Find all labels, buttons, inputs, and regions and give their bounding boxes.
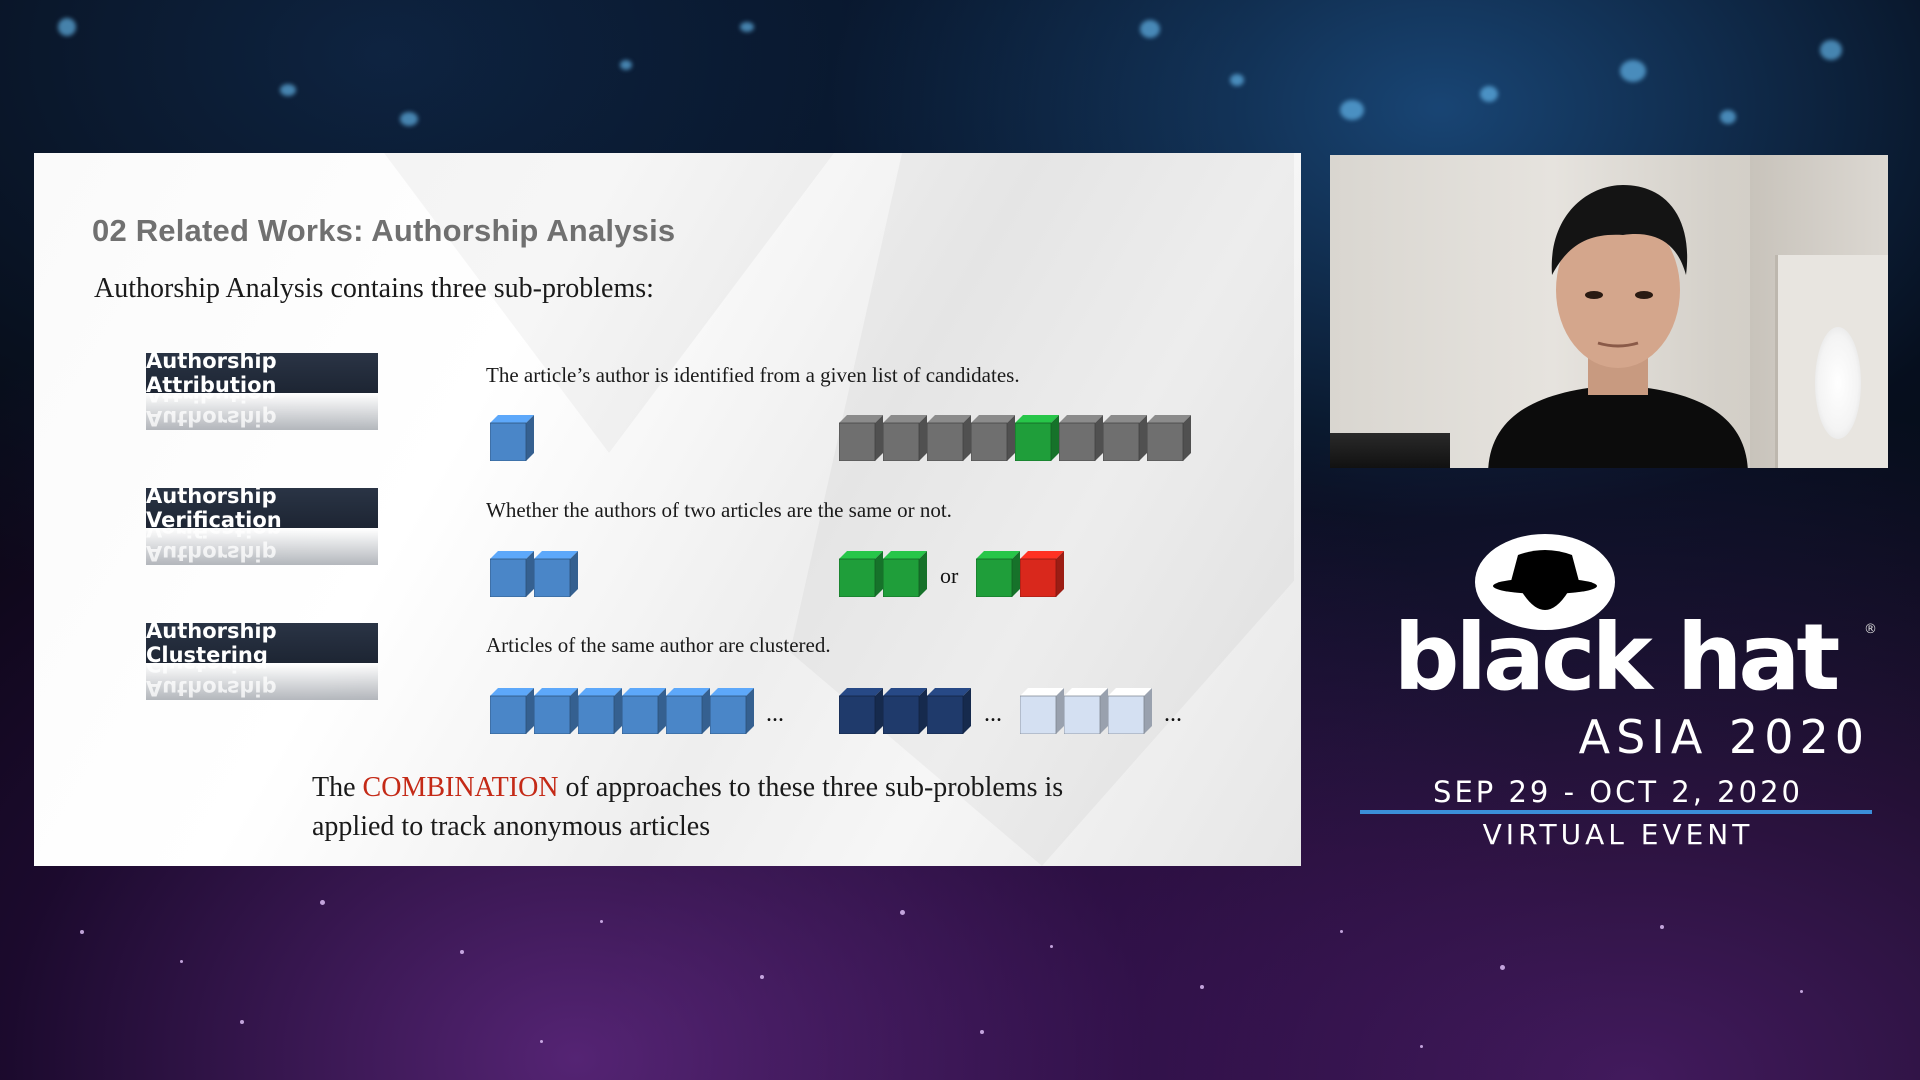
event-dates: SEP 29 - OCT 2, 2020	[1433, 775, 1803, 809]
ellipsis: ...	[1164, 701, 1182, 727]
cube-green-icon	[839, 551, 883, 597]
cube-gray-icon	[839, 415, 883, 461]
description-attribution: The article’s author is identified from …	[486, 363, 1020, 387]
presenter-webcam	[1330, 155, 1888, 468]
cube-green-icon	[1015, 415, 1059, 461]
cube-red-icon	[1020, 551, 1064, 597]
black-hat-branding: black hat ® ASIA 2020 SEP 29 - OCT 2, 20…	[1340, 530, 1880, 851]
cube-navy-icon	[839, 688, 883, 734]
cube-group-query	[490, 415, 534, 461]
cube-blue-icon	[578, 688, 622, 734]
cube-green-icon	[976, 551, 1020, 597]
cube-blue-icon	[490, 688, 534, 734]
cube-gray-icon	[971, 415, 1015, 461]
label-authorship-attribution: Authorship Attribution	[146, 349, 378, 397]
cube-blue-icon	[622, 688, 666, 734]
cube-light-blue-icon	[1064, 688, 1108, 734]
wall-light	[1815, 327, 1861, 439]
cube-gray-icon	[1147, 415, 1191, 461]
slide-title: 02 Related Works: Authorship Analysis	[92, 213, 676, 248]
cube-blue-icon	[490, 415, 534, 461]
label-reflection: Authorship Clustering	[146, 664, 378, 700]
cube-group-candidates	[839, 415, 1191, 461]
cube-gray-icon	[1059, 415, 1103, 461]
slide-subtitle: Authorship Analysis contains three sub-p…	[94, 273, 654, 304]
cube-cluster-navy	[839, 688, 971, 734]
event-name: ASIA 2020	[1578, 710, 1870, 764]
label-authorship-clustering: Authorship Clustering	[146, 619, 378, 667]
cube-blue-icon	[710, 688, 754, 734]
conclusion-text: The COMBINATION of approaches to these t…	[312, 768, 1072, 846]
label-reflection: Authorship Verification	[146, 529, 378, 565]
cube-group-same	[839, 551, 927, 597]
cube-gray-icon	[883, 415, 927, 461]
event-mode: VIRTUAL EVENT	[1482, 818, 1754, 851]
cube-blue-icon	[534, 688, 578, 734]
cube-cluster-blue	[490, 688, 754, 734]
conclusion-highlight: COMBINATION	[362, 772, 559, 803]
cube-blue-icon	[534, 551, 578, 597]
cube-gray-icon	[927, 415, 971, 461]
cube-navy-icon	[927, 688, 971, 734]
ellipsis: ...	[766, 701, 784, 727]
cube-green-icon	[883, 551, 927, 597]
cube-navy-icon	[883, 688, 927, 734]
description-clustering: Articles of the same author are clustere…	[486, 633, 831, 657]
conclusion-before: The	[312, 772, 363, 803]
presentation-slide: 02 Related Works: Authorship Analysis Au…	[34, 153, 1301, 866]
label-reflection: Authorship Attribution	[146, 394, 378, 430]
cube-blue-icon	[490, 551, 534, 597]
cube-light-blue-icon	[1108, 688, 1152, 734]
desk	[1330, 433, 1450, 468]
ellipsis: ...	[984, 701, 1002, 727]
cube-cluster-light	[1020, 688, 1152, 734]
presenter-video-icon	[1488, 185, 1748, 468]
registered-mark: ®	[1864, 622, 1877, 637]
cube-group-different	[976, 551, 1064, 597]
black-hat-wordmark: black hat	[1393, 604, 1841, 711]
or-label: or	[940, 563, 959, 588]
cube-blue-icon	[666, 688, 710, 734]
description-verification: Whether the authors of two articles are …	[486, 498, 952, 522]
divider	[1360, 810, 1872, 814]
cube-group-pair	[490, 551, 578, 597]
cube-light-blue-icon	[1020, 688, 1064, 734]
label-authorship-verification: Authorship Verification	[146, 484, 378, 532]
cube-gray-icon	[1103, 415, 1147, 461]
